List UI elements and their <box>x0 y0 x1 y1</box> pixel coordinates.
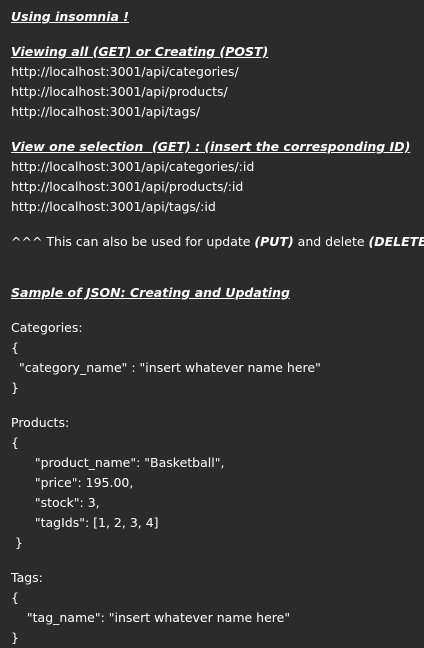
tags-sample: Tags: { "tag_name": "insert whatever nam… <box>11 568 421 648</box>
note-middle: and delete <box>293 234 369 249</box>
view-one-heading: View one selection (GET) : (insert the c… <box>11 139 411 154</box>
note-put: (PUT) <box>254 234 294 249</box>
tags-label: Tags: <box>11 570 43 585</box>
url-products: http://localhost:3001/api/products/ <box>11 84 228 99</box>
update-delete-note: ^^^ This can also be used for update (PU… <box>11 232 424 252</box>
url-tags: http://localhost:3001/api/tags/ <box>11 104 201 119</box>
page-title: Using insomnia ! <box>11 9 129 24</box>
url-categories: http://localhost:3001/api/categories/ <box>11 64 239 79</box>
note-delete: (DELETE) <box>368 234 424 249</box>
json-line: "tagIds": [1, 2, 3, 4] <box>11 515 159 530</box>
json-line: { <box>11 340 19 355</box>
sample-heading: Sample of JSON: Creating and Updating <box>11 285 290 300</box>
url-product-id: http://localhost:3001/api/products/:id <box>11 179 244 194</box>
note-prefix: ^^^ This can also be used for update <box>11 234 255 249</box>
json-line: "tag_name": "insert whatever name here" <box>11 610 291 625</box>
json-line: { <box>11 435 19 450</box>
json-line: } <box>11 535 23 550</box>
url-category-id: http://localhost:3001/api/categories/:id <box>11 159 255 174</box>
json-line: "category_name" : "insert whatever name … <box>11 360 321 375</box>
json-line: { <box>11 590 19 605</box>
json-line: } <box>11 630 19 645</box>
categories-sample: Categories: { "category_name" : "insert … <box>11 318 421 398</box>
json-line: "stock": 3, <box>11 495 100 510</box>
view-all-heading: Viewing all (GET) or Creating (POST) <box>11 44 269 59</box>
categories-label: Categories: <box>11 320 83 335</box>
url-tag-id: http://localhost:3001/api/tags/:id <box>11 199 216 214</box>
products-sample: Products: { "product_name": "Basketball"… <box>11 413 421 553</box>
json-line: "product_name": "Basketball", <box>11 455 225 470</box>
products-label: Products: <box>11 415 70 430</box>
json-line: } <box>11 380 19 395</box>
readme-document: Using insomnia ! Viewing all (GET) or Cr… <box>11 7 424 648</box>
json-line: "price": 195.00, <box>11 475 134 490</box>
